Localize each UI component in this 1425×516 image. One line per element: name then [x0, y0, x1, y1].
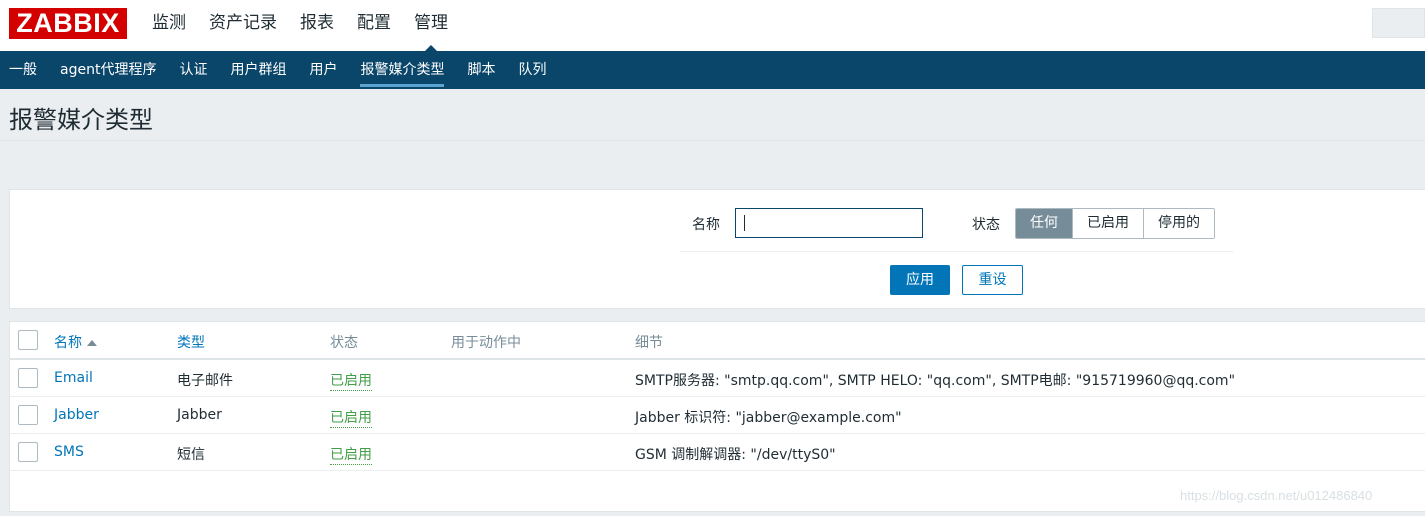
sub-nav: 一般 agent代理程序 认证 用户群组 用户 报警媒介类型 脚本 队列 [0, 51, 1425, 89]
filter-panel: 名称 状态 任何 已启用 停用的 应用 重设 [9, 189, 1425, 309]
main-nav-reports[interactable]: 报表 [300, 0, 334, 51]
select-all-checkbox[interactable] [18, 330, 38, 350]
main-nav: 监测 资产记录 报表 配置 管理 [152, 0, 471, 52]
zabbix-logo[interactable]: ZABBIX [9, 8, 127, 39]
column-header-status: 状态 [330, 335, 358, 351]
page-title: 报警媒介类型 [9, 106, 153, 134]
column-header-used-in-actions: 用于动作中 [451, 335, 521, 351]
media-type-name-link[interactable]: SMS [54, 444, 84, 460]
media-type-type: Jabber [177, 407, 222, 423]
sub-nav-user-groups[interactable]: 用户群组 [230, 51, 286, 89]
filter-name-label: 名称 [692, 217, 720, 233]
row-checkbox[interactable] [18, 368, 38, 388]
status-option-any[interactable]: 任何 [1016, 209, 1072, 238]
sub-nav-scripts[interactable]: 脚本 [467, 51, 495, 89]
main-nav-administration[interactable]: 管理 [414, 0, 448, 52]
media-type-name-link[interactable]: Email [54, 370, 93, 386]
filter-divider [680, 251, 1233, 252]
media-type-type: 电子邮件 [177, 373, 233, 389]
sub-nav-media-types[interactable]: 报警媒介类型 [360, 51, 445, 89]
media-type-type: 短信 [177, 447, 205, 463]
sort-ascending-icon [87, 340, 97, 346]
main-nav-inventory[interactable]: 资产记录 [209, 0, 277, 51]
column-header-name[interactable]: 名称 [54, 332, 97, 352]
media-types-table: 名称 类型 状态 用于动作中 细节 Email 电子邮件 已启用 SMTP服务器… [9, 321, 1425, 512]
filter-status-label: 状态 [972, 217, 1000, 233]
row-checkbox[interactable] [18, 405, 38, 425]
column-header-details: 细节 [635, 335, 663, 351]
table-row: SMS 短信 已启用 GSM 调制解调器: "/dev/ttyS0" [10, 434, 1425, 471]
media-type-name-link[interactable]: Jabber [54, 407, 99, 423]
status-toggle[interactable]: 已启用 [330, 407, 372, 428]
search-box[interactable] [1372, 8, 1425, 38]
status-option-disabled[interactable]: 停用的 [1143, 209, 1214, 238]
sub-nav-general[interactable]: 一般 [9, 51, 37, 89]
status-toggle[interactable]: 已启用 [330, 444, 372, 465]
main-nav-monitoring[interactable]: 监测 [152, 0, 186, 51]
table-header-row: 名称 类型 状态 用于动作中 细节 [10, 322, 1425, 360]
sub-nav-users[interactable]: 用户 [309, 51, 337, 89]
reset-button[interactable]: 重设 [962, 265, 1023, 295]
title-divider [0, 140, 1425, 141]
sub-nav-authentication[interactable]: 认证 [179, 51, 207, 89]
sub-nav-queue[interactable]: 队列 [518, 51, 546, 89]
table-row: Email 电子邮件 已启用 SMTP服务器: "smtp.qq.com", S… [10, 360, 1425, 397]
main-nav-configuration[interactable]: 配置 [357, 0, 391, 51]
column-header-name-label: 名称 [54, 335, 82, 351]
table-row: Jabber Jabber 已启用 Jabber 标识符: "jabber@ex… [10, 397, 1425, 434]
text-caret [744, 215, 745, 231]
watermark-text: https://blog.csdn.net/u012486840 [1180, 488, 1373, 503]
status-segmented-control: 任何 已启用 停用的 [1015, 208, 1215, 239]
media-type-details: SMTP服务器: "smtp.qq.com", SMTP HELO: "qq.c… [635, 373, 1236, 389]
media-type-details: GSM 调制解调器: "/dev/ttyS0" [635, 447, 836, 463]
sub-nav-agent-proxies[interactable]: agent代理程序 [60, 51, 156, 89]
media-type-details: Jabber 标识符: "jabber@example.com" [635, 410, 902, 426]
apply-button[interactable]: 应用 [890, 265, 950, 295]
top-header: ZABBIX 监测 资产记录 报表 配置 管理 [0, 0, 1425, 52]
column-header-type[interactable]: 类型 [177, 332, 205, 352]
filter-name-input[interactable] [735, 208, 923, 238]
status-option-enabled[interactable]: 已启用 [1072, 209, 1143, 238]
status-toggle[interactable]: 已启用 [330, 370, 372, 391]
row-checkbox[interactable] [18, 442, 38, 462]
